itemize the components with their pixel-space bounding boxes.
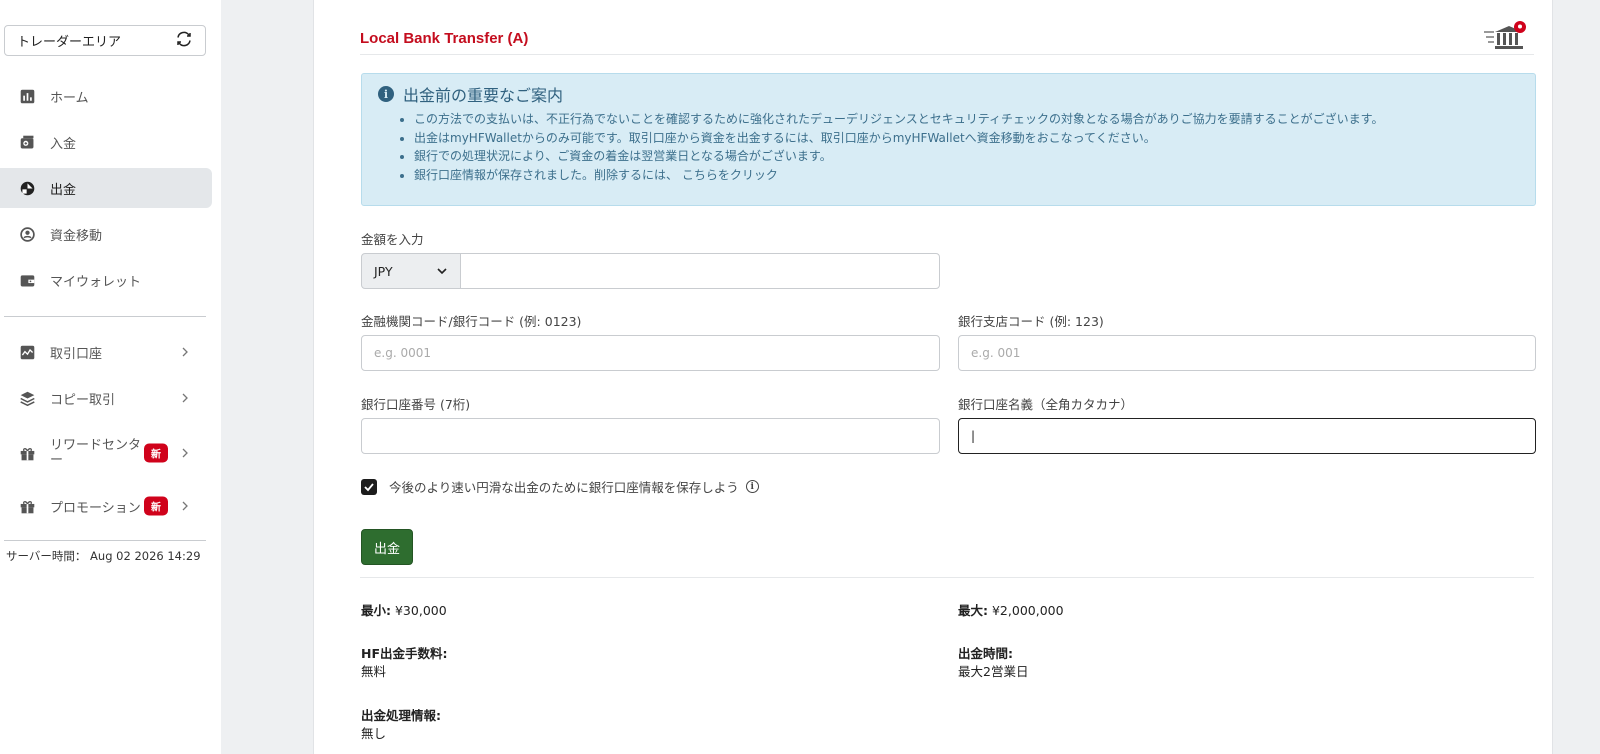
- fee-value: 無料: [361, 664, 387, 679]
- withdraw-icon: [18, 179, 36, 197]
- sidebar-item-transfer[interactable]: 資金移動: [0, 214, 212, 254]
- processing-info: 出金処理情報: 無し: [361, 707, 441, 743]
- branch-code-input[interactable]: e.g. 001: [958, 335, 1536, 371]
- layers-icon: [18, 389, 36, 407]
- sidebar-item-label: コピー取引: [50, 392, 116, 408]
- currency-select[interactable]: JPY: [361, 253, 461, 289]
- time-label: 出金時間:: [958, 646, 1013, 661]
- notice-item: 出金はmyHFWalletからのみ可能です。取引口座から資金を出金するには、取引…: [414, 129, 1384, 148]
- bank-code-input[interactable]: e.g. 0001: [361, 335, 940, 371]
- refresh-icon[interactable]: [175, 30, 193, 52]
- transfer-icon: [18, 225, 36, 243]
- notice-heading-text: 出金前の重要なご案内: [403, 86, 564, 105]
- currency-value: JPY: [374, 263, 393, 279]
- server-time: サーバー時間： Aug 02 2026 14:29: [6, 548, 201, 564]
- account-name-input[interactable]: |: [958, 418, 1536, 454]
- trader-area-label: トレーダーエリア: [17, 35, 122, 50]
- processing-label: 出金処理情報:: [361, 708, 441, 723]
- max-limit: 最大: ¥2,000,000: [958, 602, 1064, 620]
- sidebar-item-label: プロモーション: [50, 500, 141, 516]
- wallet-icon: [18, 271, 36, 289]
- max-value: ¥2,000,000: [991, 603, 1064, 618]
- sidebar: トレーダーエリア ホーム 入金 出金 資金移動 マイウォレット 取引口座 コピー…: [0, 0, 221, 754]
- sidebar-item-trading-accounts[interactable]: 取引口座: [0, 332, 212, 372]
- sidebar-item-label: リワードセンター: [50, 438, 142, 468]
- chevron-right-icon: [182, 393, 188, 403]
- sidebar-item-withdraw[interactable]: 出金: [0, 168, 212, 208]
- chevron-down-icon: [437, 268, 447, 275]
- server-time-value: Aug 02 2026 14:29: [90, 549, 201, 563]
- time-value: 最大2営業日: [958, 664, 1029, 679]
- sidebar-item-label: マイウォレット: [50, 274, 142, 290]
- section-divider: [360, 577, 1534, 578]
- info-icon: i: [378, 86, 394, 102]
- new-badge: 新: [144, 443, 168, 463]
- sidebar-item-deposit[interactable]: 入金: [0, 122, 212, 162]
- account-number-label: 銀行口座番号 (7桁): [361, 397, 471, 412]
- sidebar-item-promotions[interactable]: プロモーション 新: [0, 486, 212, 526]
- page-title: Local Bank Transfer (A): [360, 30, 529, 47]
- important-notice: i 出金前の重要なご案内 この方法での支払いは、不正行為でないことを確認するため…: [361, 73, 1536, 206]
- min-limit: 最小: ¥30,000: [361, 602, 447, 620]
- withdraw-button[interactable]: 出金: [361, 529, 413, 565]
- gift-icon: [18, 444, 36, 462]
- time-info: 出金時間: 最大2営業日: [958, 645, 1028, 681]
- notice-heading: i 出金前の重要なご案内: [378, 82, 563, 106]
- chevron-right-icon: [182, 347, 188, 357]
- chevron-right-icon: [182, 448, 188, 458]
- info-icon[interactable]: i: [745, 480, 759, 493]
- sidebar-divider: [4, 316, 206, 317]
- deposit-icon: [18, 133, 36, 151]
- trader-area-select[interactable]: トレーダーエリア: [4, 25, 206, 56]
- amount-input[interactable]: [460, 253, 940, 289]
- sidebar-item-label: ホーム: [50, 90, 89, 106]
- withdraw-card: Local Bank Transfer (A) i 出金前の重要なご案内 この方…: [313, 0, 1553, 754]
- min-label: 最小:: [361, 603, 391, 618]
- sidebar-divider: [4, 540, 206, 541]
- sidebar-item-home[interactable]: ホーム: [0, 76, 212, 116]
- account-number-input[interactable]: [361, 418, 940, 454]
- notice-item: 銀行での処理状況により、ご資金の着金は翌営業日となる場合がございます。: [414, 147, 1384, 166]
- account-name-label: 銀行口座名義（全角カタカナ）: [958, 397, 1134, 412]
- trading-chart-icon: [18, 343, 36, 361]
- sidebar-item-copy-trading[interactable]: コピー取引: [0, 378, 212, 418]
- sidebar-item-label: 入金: [50, 136, 77, 152]
- bank-code-label: 金融機関コード/銀行コード (例: 0123): [361, 314, 582, 329]
- sidebar-item-label: 資金移動: [50, 228, 103, 244]
- chevron-right-icon: [182, 501, 188, 511]
- amount-label: 金額を入力: [361, 232, 424, 247]
- sidebar-item-label: 出金: [50, 182, 77, 198]
- sidebar-item-wallet[interactable]: マイウォレット: [0, 260, 212, 300]
- server-time-label: サーバー時間：: [6, 549, 87, 563]
- notice-item: この方法での支払いは、不正行為でないことを確認するために強化されたデューデリジェ…: [414, 110, 1384, 129]
- max-label: 最大:: [958, 603, 988, 618]
- check-icon: [364, 482, 374, 491]
- sidebar-item-label: 取引口座: [50, 346, 103, 362]
- min-value: ¥30,000: [394, 603, 447, 618]
- gift-icon: [18, 497, 36, 515]
- save-bank-info-row: 今後のより速い円滑な出金のために銀行口座情報を保存しよう i: [361, 477, 759, 496]
- title-divider: [360, 54, 1534, 55]
- processing-value: 無し: [361, 726, 387, 741]
- sidebar-item-rewards[interactable]: リワードセンター 新: [0, 432, 212, 474]
- fee-info: HF出金手数料: 無料: [361, 645, 448, 681]
- fee-label: HF出金手数料:: [361, 646, 448, 661]
- notice-item-remove-bank[interactable]: 銀行口座情報が保存されました。削除するには、 こちらをクリック: [414, 166, 1384, 185]
- notice-list: この方法での支払いは、不正行為でないことを確認するために強化されたデューデリジェ…: [414, 110, 1384, 184]
- save-bank-info-label: 今後のより速い円滑な出金のために銀行口座情報を保存しよう: [389, 480, 739, 495]
- save-bank-info-checkbox[interactable]: [361, 478, 377, 495]
- branch-code-label: 銀行支店コード (例: 123): [958, 314, 1104, 329]
- bank-location-icon: [1484, 21, 1526, 49]
- bar-chart-icon: [18, 87, 36, 105]
- new-badge: 新: [144, 496, 168, 516]
